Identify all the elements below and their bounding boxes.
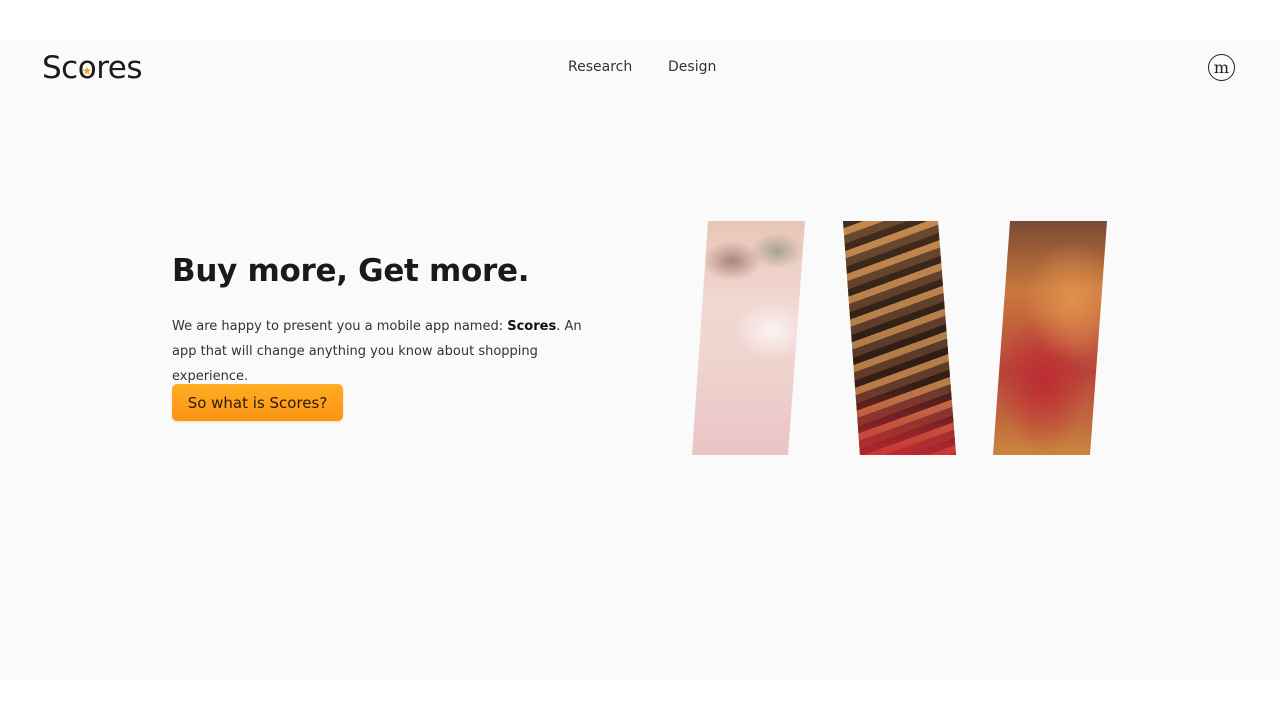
logo-text-start: Sc <box>42 50 78 86</box>
brand-mark-letter: m <box>1213 57 1230 77</box>
nav-design-link[interactable]: Design <box>668 59 716 75</box>
logo-text-end: res <box>96 50 142 86</box>
site-header: Scores Research Design m <box>0 41 1280 97</box>
app-name: Scores <box>507 319 557 334</box>
landing-page: Scores Research Design m Buy more, Get m… <box>0 41 1280 679</box>
nav-research-link[interactable]: Research <box>568 59 632 75</box>
store-photo-3 <box>993 221 1107 455</box>
what-is-scores-button[interactable]: So what is Scores? <box>172 384 343 421</box>
hero-title: Buy more, Get more. <box>172 253 530 289</box>
brand-logo-icon[interactable]: m <box>1208 54 1235 81</box>
store-photo-2 <box>843 221 956 455</box>
store-photo-1 <box>692 221 805 455</box>
scores-logo[interactable]: Scores <box>42 50 142 86</box>
hero-description: We are happy to present you a mobile app… <box>172 319 582 384</box>
logo-o: o <box>78 50 97 86</box>
